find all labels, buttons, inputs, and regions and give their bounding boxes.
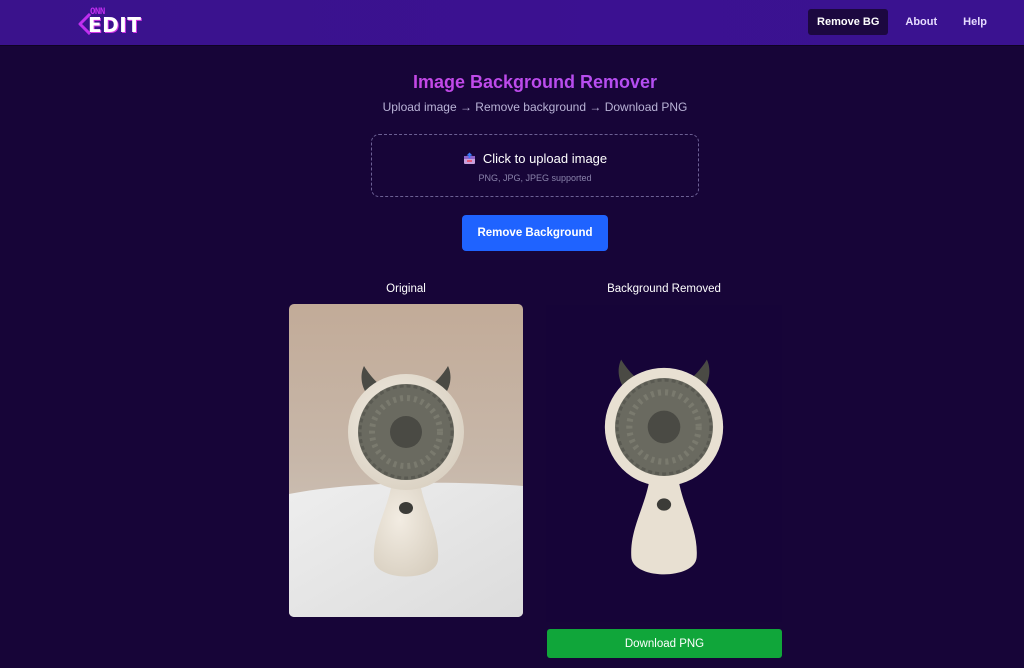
download-png-button[interactable]: Download PNG: [547, 629, 782, 658]
remove-background-button[interactable]: Remove Background: [462, 215, 608, 251]
upload-dropzone[interactable]: Click to upload image PNG, JPG, JPEG sup…: [371, 134, 699, 197]
original-label: Original: [386, 283, 426, 295]
original-fan-photo: [289, 304, 523, 617]
removed-fan-cutout: [546, 305, 782, 622]
upload-box-icon: [463, 152, 475, 164]
original-image: [289, 304, 523, 617]
page-title: Image Background Remover: [0, 72, 1024, 93]
main-nav: Remove BG About Help: [800, 9, 996, 35]
logo-text: EDIT: [88, 13, 142, 37]
brand-logo[interactable]: ONN EDIT: [78, 7, 141, 39]
upload-label: Click to upload image: [482, 151, 608, 166]
top-navbar: ONN EDIT Remove BG About Help: [0, 0, 1024, 45]
nav-about[interactable]: About: [896, 9, 946, 35]
removed-label: Background Removed: [607, 283, 721, 295]
page-subtitle: Upload image → Remove background → Downl…: [382, 100, 688, 114]
nav-help[interactable]: Help: [954, 9, 996, 35]
removed-image: [546, 305, 782, 622]
upload-prompt: Click to upload image: [372, 151, 698, 166]
upload-hint: PNG, JPG, JPEG supported: [478, 173, 592, 183]
nav-remove-bg[interactable]: Remove BG: [808, 9, 889, 35]
